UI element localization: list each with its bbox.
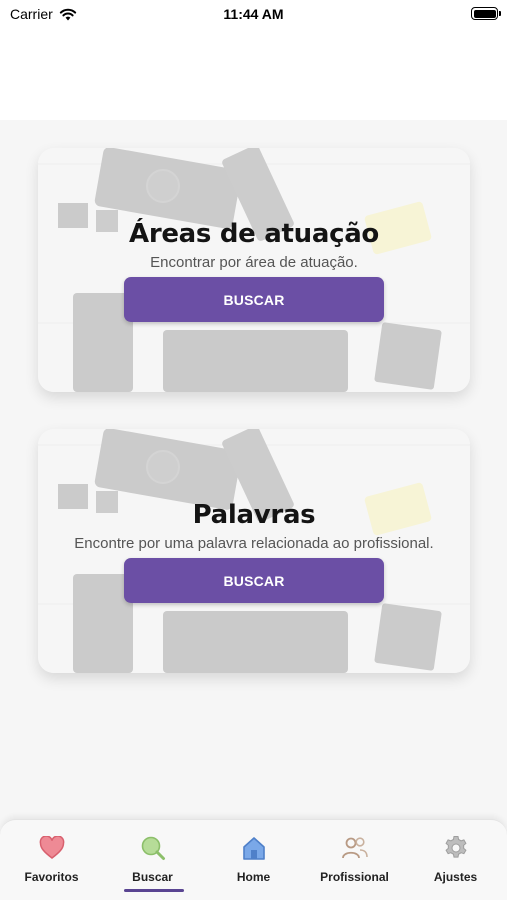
tab-home[interactable]: Home (203, 834, 304, 894)
card-subtitle: Encontrar por área de atuação. (150, 254, 358, 271)
search-icon (139, 834, 167, 862)
tab-label: Favoritos (24, 870, 79, 884)
tab-label: Profissional (320, 870, 389, 884)
search-areas-button[interactable]: BUSCAR (124, 277, 384, 322)
tab-label: Home (236, 870, 271, 884)
people-icon (341, 834, 369, 862)
tab-bar: Favoritos Buscar Home Profissional Ajust… (0, 819, 507, 900)
status-bar: Carrier 11:44 AM (0, 0, 507, 30)
tab-ajustes[interactable]: Ajustes (405, 834, 506, 894)
card-title: Palavras (192, 500, 316, 530)
card-content: Palavras Encontre por uma palavra relaci… (38, 429, 470, 673)
keywords-card: Palavras Encontre por uma palavra relaci… (38, 429, 470, 673)
tab-label: Buscar (132, 870, 173, 884)
tab-label: Ajustes (433, 870, 478, 884)
clock: 11:44 AM (223, 6, 284, 22)
areas-card: Áreas de atuação Encontrar por área de a… (38, 148, 470, 392)
active-tab-indicator (124, 889, 184, 892)
search-keywords-button[interactable]: BUSCAR (124, 558, 384, 603)
card-subtitle: Encontre por uma palavra relacionada ao … (74, 535, 434, 552)
search-options-area: Áreas de atuação Encontrar por área de a… (0, 120, 507, 788)
tabbar-area: Favoritos Buscar Home Profissional Ajust… (0, 788, 507, 900)
gear-icon (442, 834, 470, 862)
tab-buscar[interactable]: Buscar (102, 834, 203, 894)
heart-icon (38, 834, 66, 862)
card-content: Áreas de atuação Encontrar por área de a… (38, 148, 470, 392)
battery-icon (471, 7, 501, 20)
tab-profissional[interactable]: Profissional (304, 834, 405, 894)
card-title: Áreas de atuação (129, 219, 379, 249)
tab-favoritos[interactable]: Favoritos (1, 834, 102, 894)
home-icon (240, 834, 268, 862)
